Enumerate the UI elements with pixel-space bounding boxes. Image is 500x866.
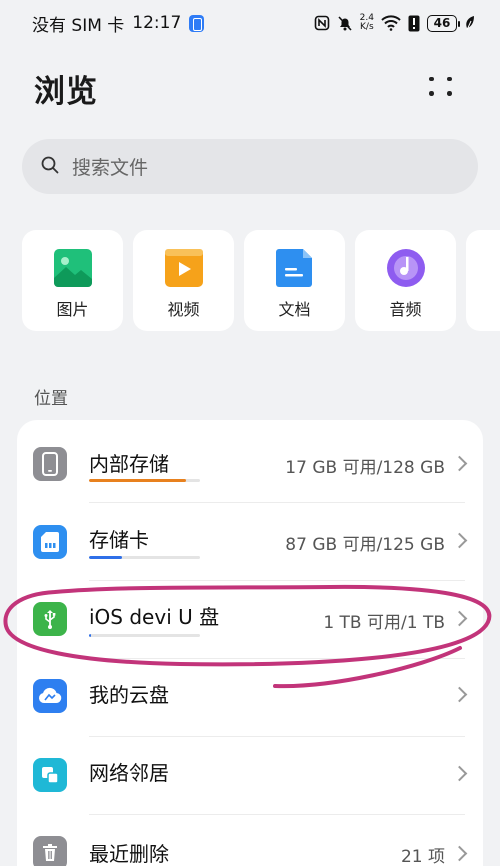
category-label: 图片 [56, 300, 89, 319]
location-usb-drive[interactable]: iOS devi U 盘 1 TB 可用/1 TB [17, 581, 483, 659]
more-options-button[interactable] [424, 70, 460, 102]
location-label: 我的云盘 [89, 683, 169, 707]
battery-indicator: 46 [427, 14, 460, 32]
cloud-icon [33, 679, 67, 713]
status-bar: 没有 SIM 卡 12:17 2.4 K/s 46 [0, 0, 500, 46]
search-placeholder: 搜索文件 [72, 157, 149, 179]
usage-bar [89, 479, 200, 482]
more-dot-icon [429, 91, 434, 96]
chevron-right-icon [451, 845, 468, 862]
net-speed-unit: K/s [360, 22, 374, 32]
location-meta: 1 TB 可用/1 TB [323, 613, 445, 633]
locations-card: 内部存储 17 GB 可用/128 GB 存储卡 87 GB 可用/125 GB… [17, 420, 483, 866]
mute-bell-icon [337, 13, 353, 33]
location-label: iOS devi U 盘 [89, 605, 220, 629]
category-strip[interactable]: 图片 视频 文档 音频 [0, 230, 500, 331]
phone-icon [33, 447, 67, 481]
chevron-right-icon [451, 610, 468, 627]
location-recently-deleted[interactable]: 最近删除 21 项 [17, 815, 483, 866]
carrier-text: 没有 SIM 卡 [32, 15, 125, 36]
usb-icon [33, 602, 67, 636]
battery-level: 46 [433, 16, 451, 30]
location-label: 存储卡 [89, 528, 149, 552]
image-icon [53, 249, 92, 287]
clock-time: 12:17 [132, 13, 182, 33]
chevron-right-icon [451, 765, 468, 782]
leaf-icon [464, 13, 476, 33]
page-title: 浏览 [34, 74, 98, 110]
chevron-right-icon [451, 532, 468, 549]
usage-fill [89, 634, 92, 637]
search-icon [40, 155, 60, 179]
location-label: 网络邻居 [89, 761, 169, 785]
more-dot-icon [447, 76, 452, 81]
category-label: 视频 [167, 300, 200, 319]
section-label-locations: 位置 [34, 389, 68, 409]
document-icon [275, 249, 312, 287]
alert-icon [408, 13, 420, 33]
status-right: 2.4 K/s 46 [314, 13, 476, 33]
usage-fill [89, 556, 123, 559]
sd-card-icon [33, 525, 67, 559]
location-network-neighborhood[interactable]: 网络邻居 [17, 737, 483, 815]
trash-icon [33, 836, 67, 866]
category-audio[interactable]: 音频 [355, 230, 456, 331]
category-images[interactable]: 图片 [22, 230, 123, 331]
location-label: 最近删除 [89, 842, 169, 866]
category-videos[interactable]: 视频 [133, 230, 234, 331]
more-dot-icon [429, 76, 434, 81]
usage-bar [89, 634, 200, 637]
sim-icon [189, 14, 205, 32]
status-left: 没有 SIM 卡 12:17 [32, 11, 205, 36]
location-meta: 87 GB 可用/125 GB [285, 535, 445, 555]
location-internal-storage[interactable]: 内部存储 17 GB 可用/128 GB [17, 420, 483, 498]
location-meta: 21 项 [400, 847, 445, 866]
chevron-right-icon [451, 686, 468, 703]
category-more[interactable] [466, 230, 500, 331]
category-documents[interactable]: 文档 [244, 230, 345, 331]
video-icon [164, 249, 203, 287]
location-cloud-drive[interactable]: 我的云盘 [17, 659, 483, 737]
category-label: 文档 [278, 300, 311, 319]
location-sd-card[interactable]: 存储卡 87 GB 可用/125 GB [17, 503, 483, 581]
location-meta: 17 GB 可用/128 GB [285, 458, 445, 478]
usage-fill [89, 479, 186, 482]
more-dot-icon [447, 91, 452, 96]
location-label: 内部存储 [89, 452, 169, 476]
net-speed: 2.4 K/s [360, 13, 374, 33]
chevron-right-icon [451, 455, 468, 472]
audio-icon [386, 249, 425, 287]
category-label: 音频 [389, 300, 422, 319]
network-icon [33, 758, 67, 792]
wifi-icon [381, 13, 401, 33]
search-input[interactable]: 搜索文件 [22, 139, 478, 194]
nfc-icon [314, 13, 330, 33]
usage-bar [89, 556, 200, 559]
